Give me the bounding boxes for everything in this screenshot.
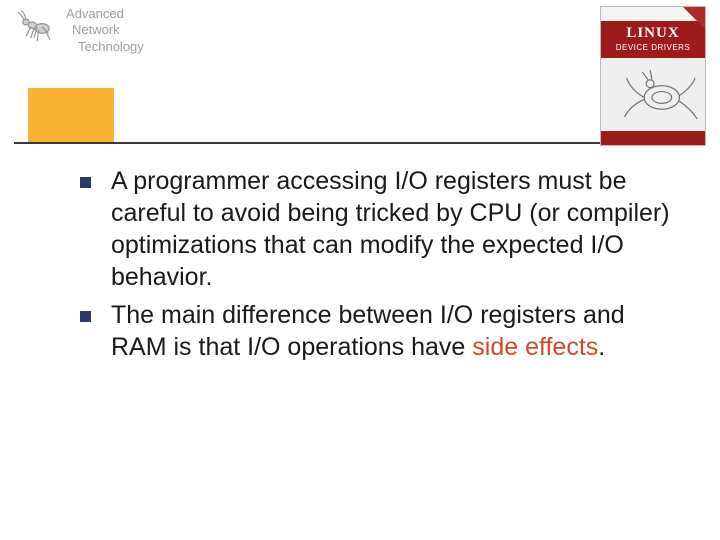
book-cover-art: [601, 58, 705, 131]
bullet-square-icon: [80, 311, 91, 322]
book-thumbnail: LINUX DEVICE DRIVERS: [600, 6, 706, 146]
bullet-text: The main difference between I/O register…: [111, 299, 680, 363]
bullet-square-icon: [80, 177, 91, 188]
bullet-text: A programmer accessing I/O registers mus…: [111, 165, 680, 293]
logo-line-1: Advanced: [66, 6, 144, 22]
bullet-text-after: .: [598, 333, 605, 361]
book-footer: [601, 131, 705, 145]
slide-body: A programmer accessing I/O registers mus…: [80, 165, 680, 369]
bullet-text-before: A programmer accessing I/O registers mus…: [111, 167, 670, 291]
book-corner-ribbon: [683, 7, 705, 29]
bullet-text-emphasis: side effects: [472, 333, 598, 361]
logo-area: Advanced Network Technology: [10, 6, 144, 55]
logo-line-2: Network: [66, 22, 144, 38]
bullet-item: A programmer accessing I/O registers mus…: [80, 165, 680, 293]
book-title-line2: DEVICE DRIVERS: [603, 43, 703, 52]
ant-icon: [10, 6, 58, 46]
logo-line-3: Technology: [66, 39, 144, 55]
bullet-item: The main difference between I/O register…: [80, 299, 680, 363]
slide-header: Advanced Network Technology LINUX DEVICE…: [0, 0, 720, 150]
accent-box: [28, 88, 114, 142]
logo-text: Advanced Network Technology: [66, 6, 144, 55]
